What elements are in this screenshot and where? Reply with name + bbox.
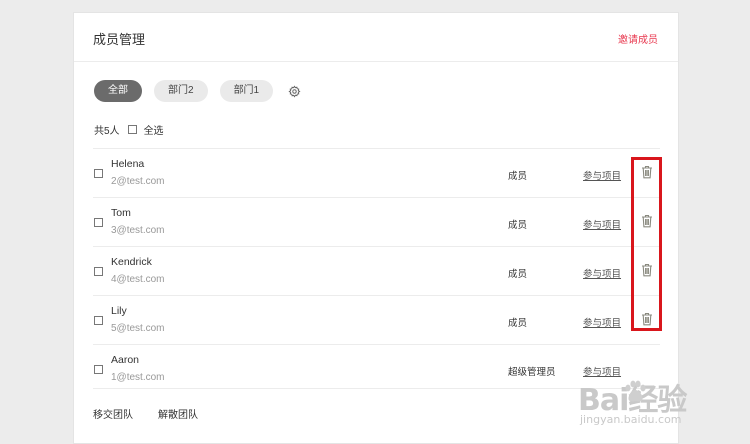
baidu-jingyan-watermark: Bai经验 jingyan.baidu.com [578, 373, 738, 431]
dissolve-team-link[interactable]: 解散团队 [158, 406, 198, 421]
member-email: 3@test.com [111, 225, 165, 236]
filter-dept2[interactable]: 部门2 [154, 80, 208, 102]
member-checkbox[interactable] [94, 267, 103, 276]
delete-icons-highlight-box [631, 157, 662, 331]
member-role: 成员 [508, 318, 528, 329]
transfer-team-link[interactable]: 移交团队 [93, 406, 133, 421]
member-name: Lily [111, 305, 127, 317]
invite-member-link[interactable]: 邀请成员 [618, 31, 658, 46]
member-row: Aaron 1@test.com 超级管理员 参与项目 [93, 344, 660, 393]
projects-link[interactable]: 参与项目 [583, 266, 621, 280]
paw-icon [622, 379, 648, 409]
member-checkbox[interactable] [94, 169, 103, 178]
member-name: Tom [111, 207, 131, 219]
member-email: 4@test.com [111, 274, 165, 285]
member-email: 2@test.com [111, 176, 165, 187]
member-summary: 共5人 全选 [94, 122, 164, 137]
projects-link[interactable]: 参与项目 [583, 168, 621, 182]
member-email: 1@test.com [111, 372, 165, 383]
member-role: 成员 [508, 269, 528, 280]
member-checkbox[interactable] [94, 218, 103, 227]
gear-icon[interactable] [287, 84, 301, 98]
panel-footer: 移交团队 解散团队 [93, 388, 660, 437]
member-checkbox[interactable] [94, 316, 103, 325]
filter-dept1[interactable]: 部门1 [219, 80, 274, 102]
member-row: Kendrick 4@test.com 成员 参与项目 [93, 246, 660, 295]
member-role: 成员 [508, 171, 528, 182]
member-row: Lily 5@test.com 成员 参与项目 [93, 295, 660, 344]
department-filters: 全部 部门2 部门1 [94, 80, 301, 102]
member-email: 5@test.com [111, 323, 165, 334]
member-row: Helena 2@test.com 成员 参与项目 [93, 148, 660, 197]
member-name: Helena [111, 158, 145, 170]
select-all-label[interactable]: 全选 [144, 122, 164, 137]
watermark-url: jingyan.baidu.com [580, 413, 682, 426]
filter-all[interactable]: 全部 [94, 80, 142, 102]
member-role: 成员 [508, 220, 528, 231]
member-row: Tom 3@test.com 成员 参与项目 [93, 197, 660, 246]
member-checkbox[interactable] [94, 365, 103, 374]
member-count: 共5人 [94, 126, 120, 137]
page-title: 成员管理 [93, 32, 146, 47]
panel-header: 成员管理 邀请成员 [74, 13, 678, 62]
member-name: Kendrick [111, 256, 152, 268]
member-list: Helena 2@test.com 成员 参与项目 Tom 3@test.com… [93, 148, 660, 393]
projects-link[interactable]: 参与项目 [583, 315, 621, 329]
projects-link[interactable]: 参与项目 [583, 217, 621, 231]
member-name: Aaron [111, 354, 140, 366]
select-all-checkbox[interactable] [127, 125, 137, 134]
member-role: 超级管理员 [508, 367, 556, 378]
